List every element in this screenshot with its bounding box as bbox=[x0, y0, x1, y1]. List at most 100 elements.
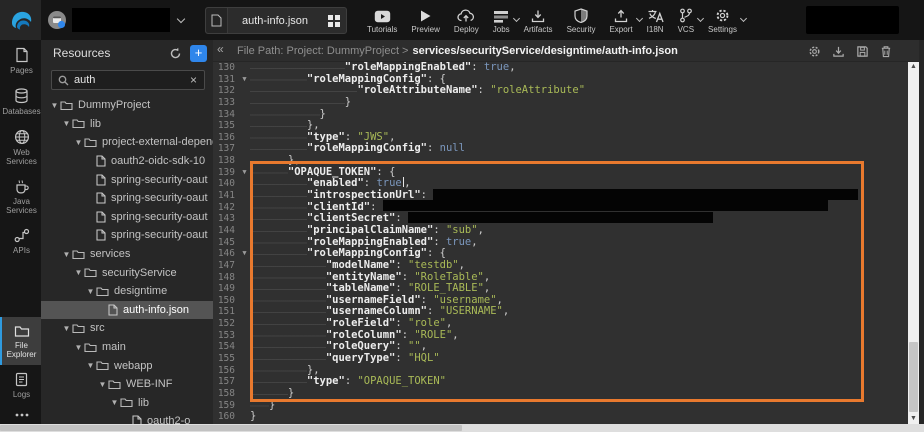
tree-folder-webapp[interactable]: ▼webapp bbox=[41, 356, 213, 375]
add-resource-button[interactable]: + bbox=[190, 45, 207, 62]
sidebar-item-label: Databases bbox=[2, 107, 40, 116]
code-line-148[interactable]: 148"entityName": "RoleTable", bbox=[213, 272, 908, 284]
tool-tutorials[interactable]: Tutorials bbox=[360, 0, 404, 40]
sidebar-item-more[interactable] bbox=[0, 405, 41, 424]
expand-caret-icon[interactable]: ▼ bbox=[85, 287, 96, 296]
code-line-133[interactable]: 133} bbox=[213, 97, 908, 109]
sidebar-item-web-services[interactable]: Web Services bbox=[0, 122, 41, 172]
expand-caret-icon[interactable]: ▼ bbox=[61, 119, 72, 128]
apps-grid-icon[interactable] bbox=[322, 15, 346, 27]
tree-file-spring-security-oaut[interactable]: spring-security-oaut bbox=[41, 226, 213, 245]
sidebar-item-apis[interactable]: APIs bbox=[0, 221, 41, 261]
tool-artifacts[interactable]: Artifacts bbox=[517, 0, 560, 40]
tree-folder-dummyproject[interactable]: ▼DummyProject bbox=[41, 96, 213, 115]
code-line-160[interactable]: 160} bbox=[213, 411, 908, 423]
search-input[interactable] bbox=[74, 74, 189, 86]
tree-file-spring-security-oaut[interactable]: spring-security-oaut bbox=[41, 170, 213, 189]
code-pane[interactable]: 130"roleMappingEnabled": true,131▼"roleM… bbox=[213, 62, 908, 424]
upload-icon bbox=[614, 7, 628, 23]
wavemaker-logo[interactable] bbox=[0, 0, 41, 40]
scrollbar-thumb[interactable] bbox=[909, 342, 918, 412]
trash-icon[interactable] bbox=[880, 45, 892, 58]
expand-caret-icon[interactable]: ▼ bbox=[109, 398, 120, 407]
expand-caret-icon[interactable]: ▼ bbox=[49, 101, 60, 110]
sidebar-item-file-explorer[interactable]: File Explorer bbox=[0, 317, 41, 365]
scroll-down-icon[interactable]: ▼ bbox=[910, 414, 917, 424]
expand-caret-icon[interactable]: ▼ bbox=[73, 268, 84, 277]
tool-label: Jobs bbox=[493, 25, 510, 34]
refresh-icon[interactable] bbox=[166, 44, 184, 62]
expand-caret-icon[interactable]: ▼ bbox=[73, 343, 84, 352]
line-number: 140 bbox=[213, 178, 239, 190]
code-line-137[interactable]: 137"roleMappingConfig": null bbox=[213, 143, 908, 155]
tool-export[interactable]: Export bbox=[602, 0, 639, 40]
tree-file-spring-security-oaut[interactable]: spring-security-oaut bbox=[41, 208, 213, 227]
code-line-157[interactable]: 157"type": "OPAQUE_TOKEN" bbox=[213, 376, 908, 388]
fold-caret-icon[interactable]: ▼ bbox=[239, 167, 250, 179]
fold-caret-icon[interactable]: ▼ bbox=[239, 74, 250, 86]
tree-file-auth-info-json[interactable]: auth-info.json bbox=[41, 301, 213, 320]
expand-caret-icon[interactable]: ▼ bbox=[73, 138, 84, 147]
open-file-tab[interactable]: auth-info.json bbox=[205, 7, 347, 34]
settings-gear-icon[interactable] bbox=[808, 45, 821, 58]
code-line-158[interactable]: 158} bbox=[213, 388, 908, 400]
fold-caret-icon[interactable]: ▼ bbox=[239, 248, 250, 260]
code-line-159[interactable]: 159} bbox=[213, 400, 908, 412]
expand-caret-icon[interactable]: ▼ bbox=[97, 380, 108, 389]
path-actions bbox=[808, 40, 892, 62]
tool-preview[interactable]: Preview bbox=[404, 0, 446, 40]
tool-security[interactable]: Security bbox=[560, 0, 603, 40]
code-line-132[interactable]: 132"roleAttributeName": "roleAttribute" bbox=[213, 85, 908, 97]
horizontal-scrollbar-thumb[interactable] bbox=[0, 425, 462, 431]
expand-caret-icon[interactable]: ▼ bbox=[85, 361, 96, 370]
tool-vcs[interactable]: VCS bbox=[671, 0, 701, 40]
tree-folder-web-inf[interactable]: ▼WEB-INF bbox=[41, 375, 213, 394]
tree-folder-lib[interactable]: ▼lib bbox=[41, 115, 213, 134]
fold-gutter bbox=[239, 132, 250, 144]
tree-folder-designtime[interactable]: ▼designtime bbox=[41, 282, 213, 301]
code-line-152[interactable]: 152"roleField": "role", bbox=[213, 318, 908, 330]
save-icon[interactable] bbox=[856, 45, 869, 58]
code-line-146[interactable]: 146▼"roleMappingConfig": { bbox=[213, 248, 908, 260]
tool-settings[interactable]: Settings bbox=[701, 0, 744, 40]
code-line-151[interactable]: 151"usernameColumn": "USERNAME", bbox=[213, 306, 908, 318]
project-selector[interactable] bbox=[46, 4, 184, 36]
tool-deploy[interactable]: Deploy bbox=[447, 0, 486, 40]
vertical-scrollbar[interactable]: ▲ ▼ bbox=[908, 62, 919, 424]
expand-caret-icon[interactable]: ▼ bbox=[61, 250, 72, 259]
tree-file-oauth2-oidc-sdk-10[interactable]: oauth2-oidc-sdk-10 bbox=[41, 152, 213, 171]
scroll-up-icon[interactable]: ▲ bbox=[910, 62, 917, 72]
tool-i18n[interactable]: I18N bbox=[640, 0, 671, 40]
code-line-150[interactable]: 150"usernameField": "username", bbox=[213, 295, 908, 307]
tree-folder-main[interactable]: ▼main bbox=[41, 338, 213, 357]
code-line-154[interactable]: 154"roleQuery": "", bbox=[213, 341, 908, 353]
chevron-down-icon[interactable] bbox=[177, 14, 185, 22]
horizontal-scrollbar[interactable] bbox=[0, 424, 924, 432]
code-line-153[interactable]: 153"roleColumn": "ROLE", bbox=[213, 330, 908, 342]
fold-gutter bbox=[239, 237, 250, 249]
line-number: 139 bbox=[213, 167, 239, 179]
tool-jobs[interactable]: Jobs bbox=[486, 0, 517, 40]
tree-folder-src[interactable]: ▼src bbox=[41, 319, 213, 338]
sidebar-item-java-services[interactable]: Java Services bbox=[0, 172, 41, 221]
tree-folder-project-external-depend[interactable]: ▼project-external-depend bbox=[41, 133, 213, 152]
sidebar-item-databases[interactable]: Databases bbox=[0, 81, 41, 122]
tree-folder-securityservice[interactable]: ▼securityService bbox=[41, 263, 213, 282]
tree-folder-lib[interactable]: ▼lib bbox=[41, 394, 213, 413]
tree-folder-services[interactable]: ▼services bbox=[41, 245, 213, 264]
code-line-147[interactable]: 147"modelName": "testdb", bbox=[213, 260, 908, 272]
tree-file-oauth2-o[interactable]: oauth2-o bbox=[41, 412, 213, 424]
file-icon bbox=[96, 174, 106, 186]
download-file-icon[interactable] bbox=[832, 45, 845, 58]
line-number: 138 bbox=[213, 155, 239, 167]
redacted-value bbox=[383, 200, 828, 211]
tree-file-spring-security-oaut[interactable]: spring-security-oaut bbox=[41, 189, 213, 208]
code-line-149[interactable]: 149"tableName": "ROLE_TABLE", bbox=[213, 283, 908, 295]
sidebar-item-logs[interactable]: Logs bbox=[0, 365, 41, 405]
chevron-down-icon[interactable] bbox=[740, 15, 747, 22]
clear-search-icon[interactable]: × bbox=[189, 73, 198, 87]
tool-label: I18N bbox=[647, 25, 664, 34]
expand-caret-icon[interactable]: ▼ bbox=[61, 324, 72, 333]
collapse-panel-icon[interactable]: « bbox=[217, 42, 224, 56]
sidebar-item-pages[interactable]: Pages bbox=[0, 40, 41, 81]
